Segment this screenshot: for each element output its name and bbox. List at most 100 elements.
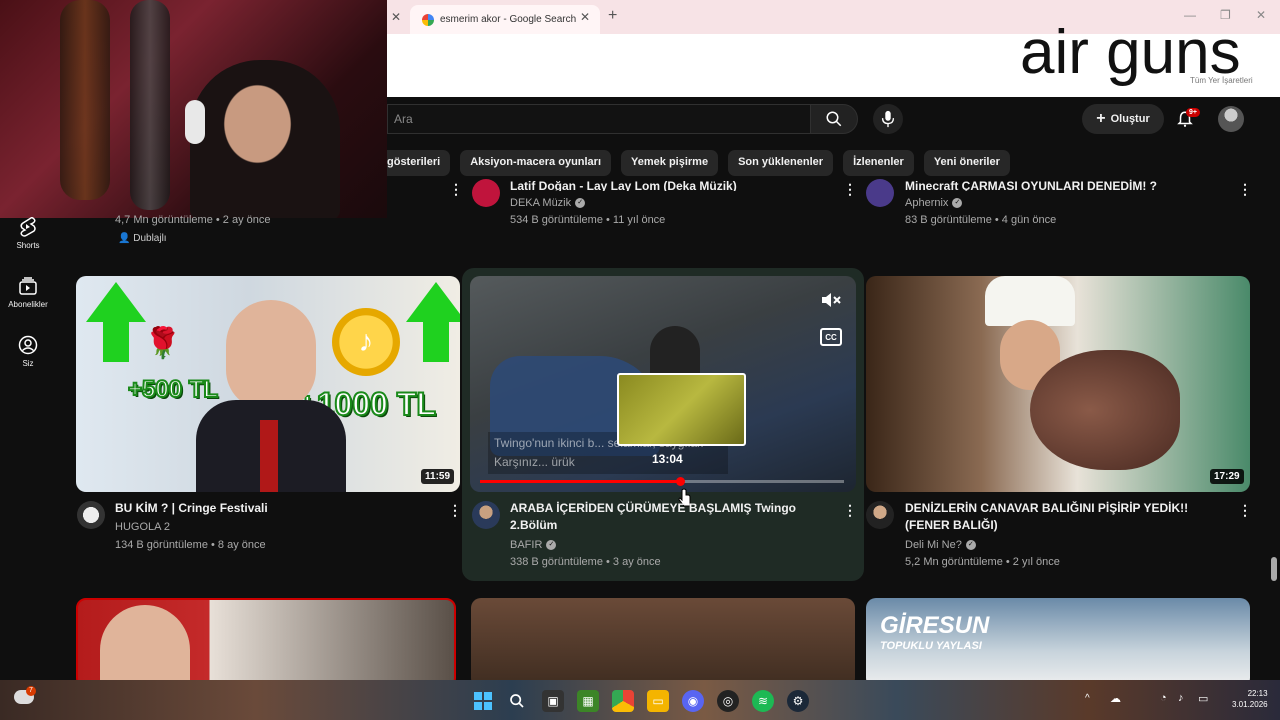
sidebar-item-you[interactable]: Siz [0,334,56,368]
page-scrollbar[interactable] [1270,97,1280,680]
verified-icon: ✓ [575,198,586,209]
steam-icon[interactable]: ⚙ [787,690,809,712]
sidebar-item-label: Abonelikler [8,300,48,309]
scrollbar-thumb[interactable] [1271,557,1277,581]
chip[interactable]: Yeni öneriler [923,150,1010,176]
taskbar-clock[interactable]: 22:13 3.01.2026 [1232,688,1268,710]
video-title[interactable]: DENİZLERİN CANAVAR BALIĞINI PİŞİRİP YEDİ… [905,500,1215,534]
you-icon [17,334,39,356]
thumb-anglerfish [1030,350,1180,470]
thumb-person-tie [260,420,278,492]
captions-button[interactable]: CC [820,328,842,346]
tiktok-coin-icon: ♪ [332,308,400,376]
clock-time: 22:13 [1247,689,1268,698]
search-input[interactable]: Ara [387,104,810,134]
file-explorer-icon[interactable]: ▭ [647,690,669,712]
clock-date: 3.01.2026 [1232,700,1268,709]
voice-search-button[interactable] [873,104,903,134]
channel-avatar[interactable] [77,501,105,529]
scrub-preview-frame [617,373,746,446]
windows-start-icon[interactable] [472,690,494,712]
stream-overlay-title: air guns [1020,18,1241,87]
webcam-person [190,60,340,218]
chip[interactable]: Aksiyon-macera oyunları [460,150,612,176]
video-meta: 83 B görüntüleme • 4 gün önce [905,214,1057,226]
spotify-icon[interactable]: ≋ [752,690,774,712]
more-options-icon[interactable]: ⋮ [1238,502,1252,519]
plus-icon: + [1096,110,1106,127]
channel-name-text: DEKA Müzik [510,197,572,209]
channel-avatar[interactable] [472,179,500,207]
channel-name[interactable]: BAFIR ✓ [510,536,557,554]
video-title[interactable]: ARABA İÇERİDEN ÇÜRÜMEYE BAŞLAMIŞ Twingo … [510,500,810,534]
webcam-guitar [130,0,170,210]
new-tab-icon[interactable]: + [608,7,617,25]
video-meta: 5,2 Mn görüntüleme • 2 yıl önce [905,556,1060,568]
sidebar-item-label: Shorts [16,241,40,250]
bookmarks-label[interactable]: Tüm Yer İşaretleri [1190,76,1253,85]
notification-badge: 9+ [1186,108,1200,117]
close-tab-icon[interactable]: ✕ [391,10,401,24]
battery-icon[interactable]: ▭ [1198,692,1208,705]
scrub-preview-time: 13:04 [652,452,683,466]
channel-avatar[interactable] [866,179,894,207]
channel-avatar[interactable] [866,501,894,529]
tray-chevron-icon[interactable]: ^ [1085,693,1090,704]
chip[interactable]: Son yüklenenler [728,150,834,176]
search-icon [826,111,842,127]
verified-icon: ✓ [965,540,976,551]
video-title[interactable]: Minecraft ÇARMASI OYUNLARI DENEDİM! ? [905,179,1225,191]
more-options-icon[interactable]: ⋮ [448,502,462,519]
more-options-icon[interactable]: ⋮ [449,181,463,198]
thumb-person-head [100,605,190,685]
channel-name-text: BAFIR [510,539,543,551]
progress-bar-fill [480,480,681,483]
channel-name[interactable]: Deli Mi Ne? ✓ [905,536,976,554]
thumb-text: TOPUKLU YAYLASI [880,640,982,652]
search-icon[interactable] [506,690,528,712]
sidebar-item-shorts[interactable]: Shorts [0,216,56,250]
close-tab-icon[interactable]: ✕ [580,10,590,24]
volume-icon[interactable]: ♪ [1178,692,1184,704]
mute-button[interactable] [818,287,844,313]
chip[interactable]: İzlenenler [843,150,914,176]
discord-icon[interactable]: ◉ [682,690,704,712]
create-label: Oluştur [1110,113,1150,125]
more-options-icon[interactable]: ⋮ [1238,181,1252,198]
task-view-icon[interactable]: ▣ [542,690,564,712]
chrome-icon[interactable] [612,690,634,712]
video-thumbnail[interactable] [471,598,855,688]
tray-app-icon[interactable]: ☁ [1110,692,1121,705]
search-button[interactable] [810,104,858,134]
chip[interactable]: gösterileri [387,150,451,176]
more-options-icon[interactable]: ⋮ [843,181,857,198]
more-options-icon[interactable]: ⋮ [843,502,857,519]
channel-name[interactable]: HUGOLA 2 [115,518,170,536]
video-meta: 338 B görüntüleme • 3 ay önce [510,556,661,568]
microphone-icon [881,110,895,128]
video-title[interactable]: Latif Doğan - Lay Lay Lom (Deka Müzik) [510,179,810,191]
volume-muted-icon [822,293,841,307]
thumb-text: +500 TL [127,375,219,404]
channel-avatar[interactable] [472,501,500,529]
verified-icon: ✓ [546,540,557,551]
dubbed-badge: 👤 Dublajlı [118,233,167,244]
dubbed-label: Dublajlı [133,233,167,244]
minecraft-icon[interactable]: ▦ [577,690,599,712]
avatar[interactable] [1218,106,1244,132]
create-button[interactable]: + Oluştur [1082,104,1164,134]
channel-name-text: Aphernix [905,197,949,209]
channel-name[interactable]: Aphernix ✓ [905,197,963,209]
webcam-overlay [0,0,387,218]
channel-name[interactable]: DEKA Müzik ✓ [510,197,586,209]
wifi-icon[interactable]: ◔ [1160,692,1167,704]
shorts-icon [17,216,39,238]
subscriptions-icon [17,275,39,297]
thumb-person-face [226,300,316,410]
chip[interactable]: Yemek pişirme [621,150,719,176]
sidebar-item-subscriptions[interactable]: Abonelikler [0,275,56,309]
browser-tab-active[interactable]: esmerim akor - Google Search [410,5,600,34]
video-title[interactable]: BU KİM ? | Cringe Festivali [115,500,268,517]
close-window-icon[interactable]: ✕ [1256,8,1266,22]
app-icon[interactable]: ◎ [717,690,739,712]
